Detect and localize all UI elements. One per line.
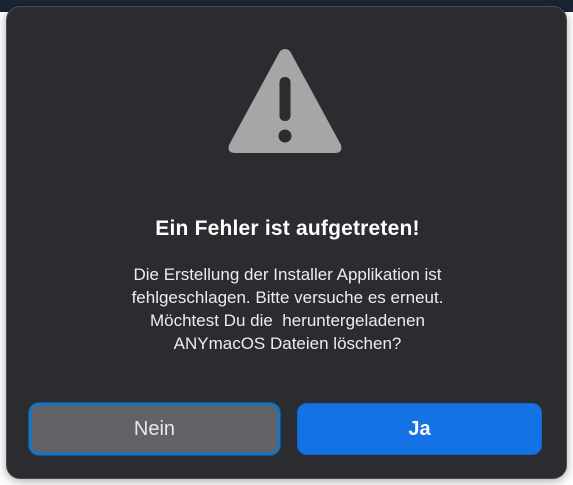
dialog-message: Die Erstellung der Installer Applikation… — [37, 263, 538, 355]
no-button[interactable]: Nein — [29, 403, 280, 455]
message-line: ANYmacOS Dateien löschen? — [173, 334, 402, 353]
message-line: Möchtest Du die heruntergeladenen — [149, 311, 425, 330]
message-line: Die Erstellung der Installer Applikation… — [133, 265, 442, 284]
dialog-title: Ein Fehler ist aufgetreten! — [155, 217, 420, 240]
warning-triangle-icon — [228, 49, 342, 153]
message-line: fehlgeschlagen. Bitte versuche es erneut… — [131, 288, 444, 307]
yes-button[interactable]: Ja — [297, 403, 542, 455]
error-alert-dialog: Ein Fehler ist aufgetreten! Die Erstellu… — [6, 6, 567, 479]
